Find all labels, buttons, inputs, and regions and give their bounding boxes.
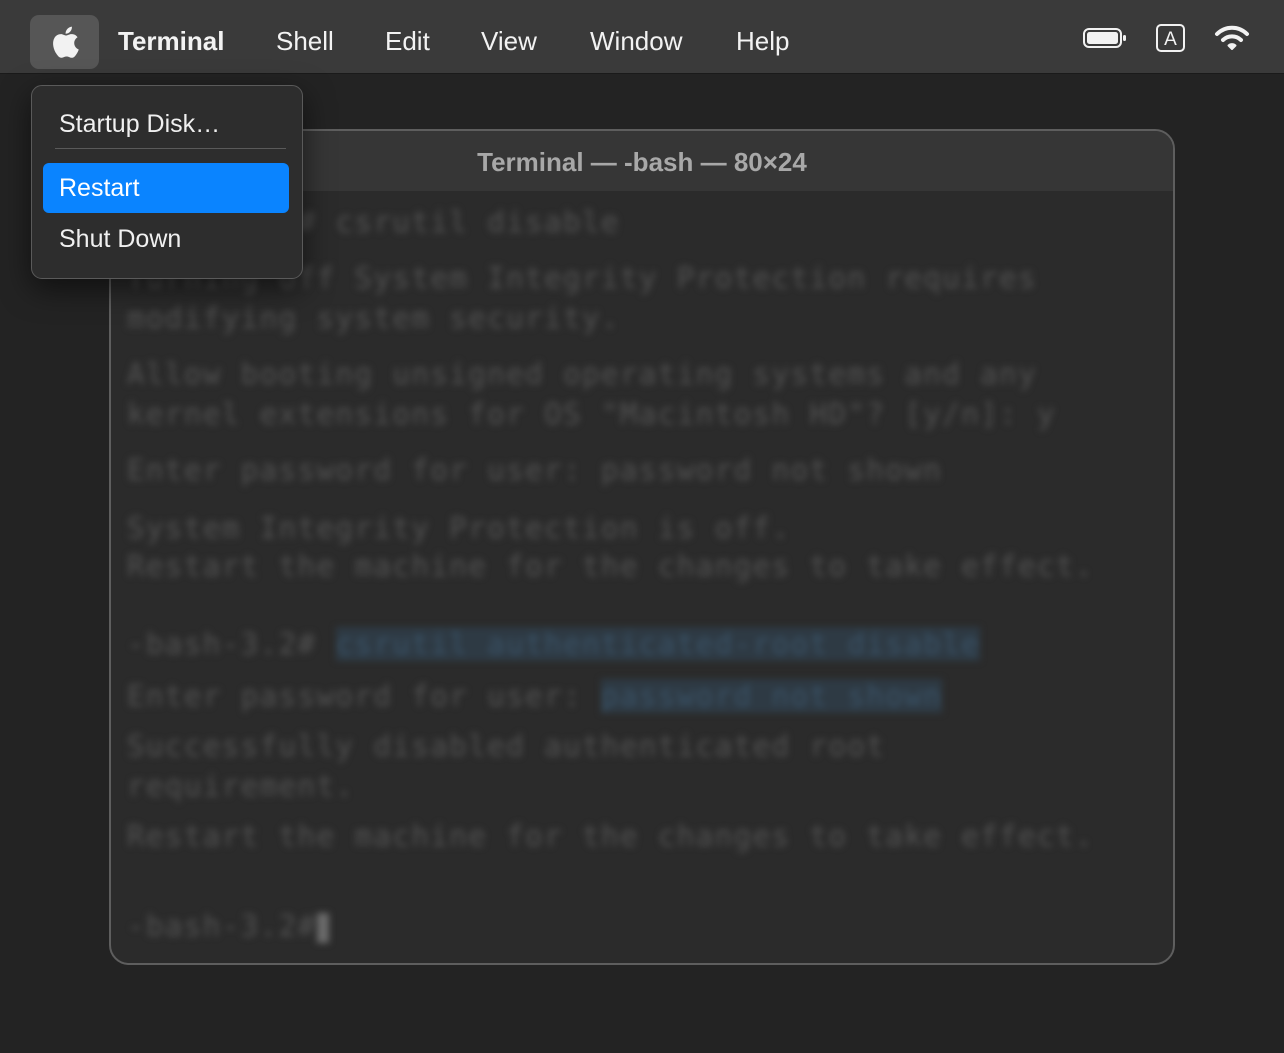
terminal-password-highlight: password not shown <box>601 679 943 713</box>
menu-view[interactable]: View <box>481 0 537 74</box>
menu-item-shut-down[interactable]: Shut Down <box>43 214 289 264</box>
battery-icon[interactable] <box>1083 27 1127 54</box>
input-source-label: A <box>1164 29 1177 50</box>
terminal-output[interactable]: -bash-3.2# csrutil disable Turning off S… <box>127 193 1167 963</box>
apple-menu-button[interactable] <box>30 15 99 69</box>
menu-shell[interactable]: Shell <box>276 0 334 74</box>
terminal-prompt-text: Enter password for user: <box>127 679 583 713</box>
terminal-line: Successfully disabled authenticated root <box>127 729 886 763</box>
terminal-line: Restart the machine for the changes to t… <box>127 549 1094 583</box>
apple-logo-icon <box>52 26 79 58</box>
apple-menu-dropdown: Startup Disk… Restart Shut Down <box>31 85 303 279</box>
terminal-prompt: -bash-3.2# <box>127 627 317 661</box>
terminal-line: requirement. <box>127 769 355 803</box>
terminal-line: Enter password for user: password not sh… <box>127 453 943 487</box>
input-source-icon[interactable]: A <box>1156 24 1186 57</box>
terminal-line: -bash-3.2# <box>127 909 329 943</box>
menu-bar: Terminal Shell Edit View Window Help A <box>0 0 1284 74</box>
menu-help[interactable]: Help <box>736 0 789 74</box>
menu-separator <box>55 148 286 149</box>
terminal-line: System Integrity Protection is off. <box>127 511 791 545</box>
terminal-command-highlight: csrutil authenticated-root disable <box>335 627 981 661</box>
terminal-line: Enter password for user: password not sh… <box>127 679 943 713</box>
terminal-line: Restart the machine for the changes to t… <box>127 819 1094 853</box>
terminal-line: -bash-3.2# csrutil authenticated-root di… <box>127 627 981 661</box>
menu-item-startup-disk[interactable]: Startup Disk… <box>43 99 289 149</box>
terminal-prompt: -bash-3.2# <box>127 909 317 943</box>
terminal-line: modifying system security. <box>127 301 620 335</box>
wifi-icon[interactable] <box>1214 24 1250 57</box>
terminal-line: kernel extensions for OS "Macintosh HD"?… <box>127 397 1057 431</box>
menu-window[interactable]: Window <box>590 0 682 74</box>
terminal-line: Allow booting unsigned operating systems… <box>127 357 1038 391</box>
menu-edit[interactable]: Edit <box>385 0 430 74</box>
menu-app-terminal[interactable]: Terminal <box>118 0 224 74</box>
menu-item-restart[interactable]: Restart <box>43 163 289 213</box>
terminal-cursor <box>316 913 329 943</box>
